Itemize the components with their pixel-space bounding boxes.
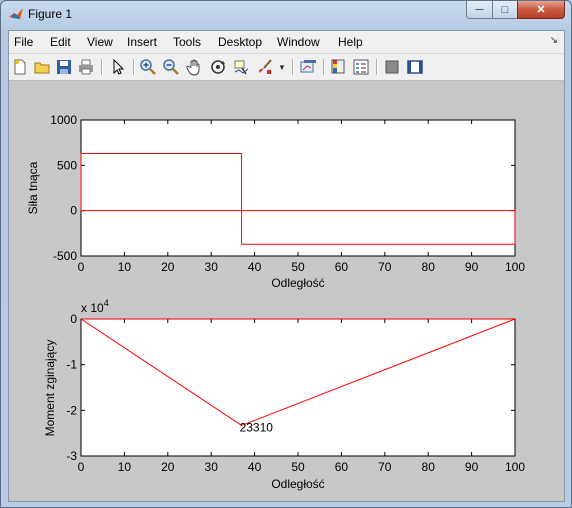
brush-icon[interactable] bbox=[256, 58, 274, 76]
x-tick-label: 60 bbox=[335, 460, 349, 474]
y-tick-label: -3 bbox=[66, 449, 77, 463]
x-tick-label: 30 bbox=[205, 460, 219, 474]
axis-scale-label: x 104 bbox=[81, 298, 109, 315]
axes-box bbox=[80, 318, 516, 457]
menu-window[interactable]: Window bbox=[277, 35, 320, 49]
x-tick-label: 0 bbox=[78, 260, 85, 274]
x-tick-label: 100 bbox=[505, 460, 525, 474]
hide-plot-tools-icon[interactable] bbox=[383, 58, 401, 76]
plots-canvas: Siła tnąca Odległość 0 10 20 30 40 50 60 70 80 90… bbox=[26, 113, 525, 491]
y-tick-label: -500 bbox=[53, 249, 77, 263]
plot-area: Siła tnąca Odległość 0 10 20 30 40 50 60 70 80 90… bbox=[9, 81, 564, 501]
x-tick-label: 70 bbox=[378, 260, 392, 274]
menu-file[interactable]: File bbox=[14, 35, 33, 49]
minimize-button[interactable]: ─ bbox=[466, 1, 493, 19]
maximize-button[interactable]: □ bbox=[492, 1, 518, 19]
title-bar[interactable]: Figure 1 ─ □ ✕ bbox=[1, 1, 571, 29]
menu-edit[interactable]: Edit bbox=[50, 35, 71, 49]
x-tick-label: 70 bbox=[378, 460, 392, 474]
x-axis-label: Odległość bbox=[271, 477, 324, 491]
pan-hand-icon[interactable] bbox=[186, 58, 204, 76]
axes-bending-moment[interactable]: Moment zginający Odległość x 104 0 10 20 30… bbox=[43, 298, 525, 491]
zoom-in-icon[interactable] bbox=[139, 58, 157, 76]
edit-plot-arrow-icon[interactable] bbox=[109, 58, 127, 76]
menu-bar: File Edit View Insert Tools Desktop Wind… bbox=[9, 31, 564, 54]
y-tick-label: 1000 bbox=[50, 113, 77, 127]
y-tick-label: 500 bbox=[57, 158, 77, 172]
new-figure-icon[interactable] bbox=[11, 58, 29, 76]
data-cursor-icon[interactable] bbox=[232, 58, 250, 76]
toolbar-separator bbox=[101, 59, 103, 75]
x-tick-label: 20 bbox=[161, 460, 175, 474]
menu-insert[interactable]: Insert bbox=[127, 35, 157, 49]
x-tick-label: 10 bbox=[118, 460, 132, 474]
maximize-icon: □ bbox=[501, 3, 509, 16]
x-axis-label: Odległość bbox=[271, 276, 324, 290]
rotate-3d-icon[interactable] bbox=[209, 58, 227, 76]
window-title: Figure 1 bbox=[28, 7, 73, 21]
x-tick-label: 40 bbox=[248, 460, 262, 474]
x-tick-label: 30 bbox=[205, 260, 219, 274]
y-axis-label: Siła tnąca bbox=[26, 161, 40, 214]
close-button[interactable]: ✕ bbox=[517, 1, 565, 19]
menu-help[interactable]: Help bbox=[338, 35, 363, 49]
toolbar-separator bbox=[292, 59, 294, 75]
axes-shear-force[interactable]: Siła tnąca Odległość 0 10 20 30 40 50 60 70 80 90… bbox=[26, 113, 525, 290]
matlab-logo-icon bbox=[9, 8, 23, 19]
figure-window: Figure 1 ─ □ ✕ File Edit View Insert Too… bbox=[0, 0, 572, 508]
toolbar-separator bbox=[323, 59, 325, 75]
x-tick-label: 60 bbox=[335, 260, 349, 274]
save-icon[interactable] bbox=[55, 58, 73, 76]
x-tick-label: 50 bbox=[291, 460, 305, 474]
link-plot-icon[interactable] bbox=[299, 58, 317, 76]
x-tick-label: 20 bbox=[161, 260, 175, 274]
menu-desktop[interactable]: Desktop bbox=[218, 35, 262, 49]
y-axis-label: Moment zginający bbox=[43, 340, 57, 437]
annotation-label: 23310 bbox=[240, 420, 274, 434]
axes-box bbox=[80, 119, 516, 257]
x-tick-label: 40 bbox=[248, 260, 262, 274]
x-tick-label: 90 bbox=[465, 460, 479, 474]
menu-tools[interactable]: Tools bbox=[173, 35, 201, 49]
close-icon: ✕ bbox=[536, 4, 546, 16]
legend-icon[interactable] bbox=[352, 58, 370, 76]
x-tick-label: 80 bbox=[422, 460, 436, 474]
y-tick-label: -2 bbox=[66, 403, 77, 417]
minimize-icon: ─ bbox=[475, 3, 484, 16]
menu-view[interactable]: View bbox=[87, 35, 113, 49]
figure-client-area: File Edit View Insert Tools Desktop Wind… bbox=[8, 30, 565, 502]
toolbar-separator bbox=[376, 59, 378, 75]
y-tick-label: -1 bbox=[66, 358, 77, 372]
show-plot-tools-icon[interactable] bbox=[406, 58, 424, 76]
y-tick-label: 0 bbox=[70, 312, 77, 326]
zoom-out-icon[interactable] bbox=[162, 58, 180, 76]
x-tick-label: 10 bbox=[118, 260, 132, 274]
colorbar-icon[interactable] bbox=[329, 58, 347, 76]
x-tick-label: 50 bbox=[291, 260, 305, 274]
open-file-icon[interactable] bbox=[33, 58, 51, 76]
x-tick-label: 80 bbox=[422, 260, 436, 274]
x-tick-label: 100 bbox=[505, 260, 525, 274]
brush-dropdown-icon[interactable]: ▼ bbox=[277, 58, 287, 76]
x-tick-label: 90 bbox=[465, 260, 479, 274]
x-tick-label: 0 bbox=[78, 460, 85, 474]
toolbar-separator bbox=[133, 59, 135, 75]
dock-arrow-icon[interactable]: ↘ bbox=[550, 35, 558, 46]
figure-toolbar: ▼ bbox=[9, 54, 564, 81]
y-tick-label: 0 bbox=[70, 204, 77, 218]
print-icon[interactable] bbox=[77, 58, 95, 76]
